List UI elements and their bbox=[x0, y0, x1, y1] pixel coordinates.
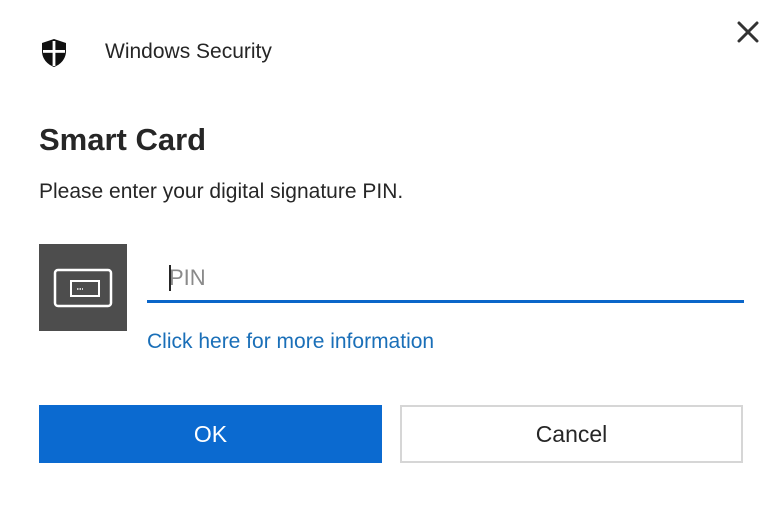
title-bar: Windows Security bbox=[0, 0, 783, 90]
more-info-link[interactable]: Click here for more information bbox=[147, 330, 434, 354]
app-title: Windows Security bbox=[105, 40, 272, 63]
shield-icon bbox=[42, 39, 66, 67]
dialog-message: Please enter your digital signature PIN. bbox=[39, 180, 404, 203]
smart-card-dialog: Windows Security Smart Card Please enter… bbox=[0, 0, 783, 517]
close-icon bbox=[737, 21, 759, 43]
smart-card-tile bbox=[39, 244, 127, 331]
ok-button[interactable]: OK bbox=[39, 405, 382, 463]
pin-input[interactable] bbox=[169, 261, 729, 295]
cancel-button[interactable]: Cancel bbox=[400, 405, 743, 463]
smart-card-icon bbox=[53, 268, 113, 307]
close-button[interactable] bbox=[728, 12, 768, 52]
dialog-heading: Smart Card bbox=[39, 122, 207, 157]
pin-field[interactable] bbox=[147, 255, 744, 303]
text-caret bbox=[169, 265, 171, 291]
